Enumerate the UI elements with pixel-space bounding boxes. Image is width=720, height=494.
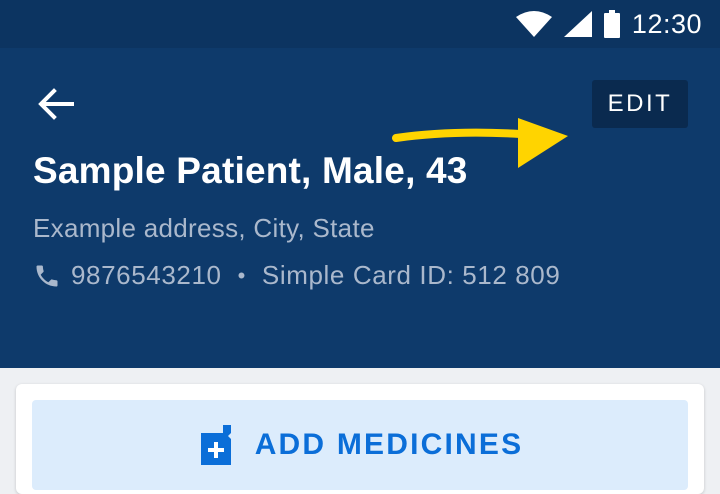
add-medicines-button[interactable]: ADD MEDICINES (32, 400, 688, 490)
patient-name: Sample Patient, Male, 43 (33, 150, 468, 191)
add-medicines-label: ADD MEDICINES (254, 428, 524, 461)
arrow-left-icon (38, 88, 74, 120)
medicine-add-icon (200, 425, 231, 465)
status-bar: 12:30 (0, 0, 720, 48)
medicines-card: ADD MEDICINES (16, 384, 704, 494)
wifi-icon (515, 11, 552, 37)
card-id: Simple Card ID: 512 809 (261, 260, 561, 290)
contact-row: 9876543210 • Simple Card ID: 512 809 (33, 260, 560, 291)
patient-header: EDIT Sample Patient, Male, 43 Example ad… (0, 48, 720, 368)
phone-icon (36, 265, 58, 286)
edit-button[interactable]: EDIT (592, 80, 688, 128)
separator-dot: • (237, 262, 246, 288)
back-button[interactable] (32, 86, 80, 122)
signal-icon (563, 11, 592, 37)
battery-icon (603, 10, 620, 38)
patient-address: Example address, City, State (33, 213, 375, 243)
phone-number: 9876543210 (71, 260, 222, 290)
status-icons: 12:30 (515, 8, 702, 40)
status-time: 12:30 (631, 8, 702, 39)
